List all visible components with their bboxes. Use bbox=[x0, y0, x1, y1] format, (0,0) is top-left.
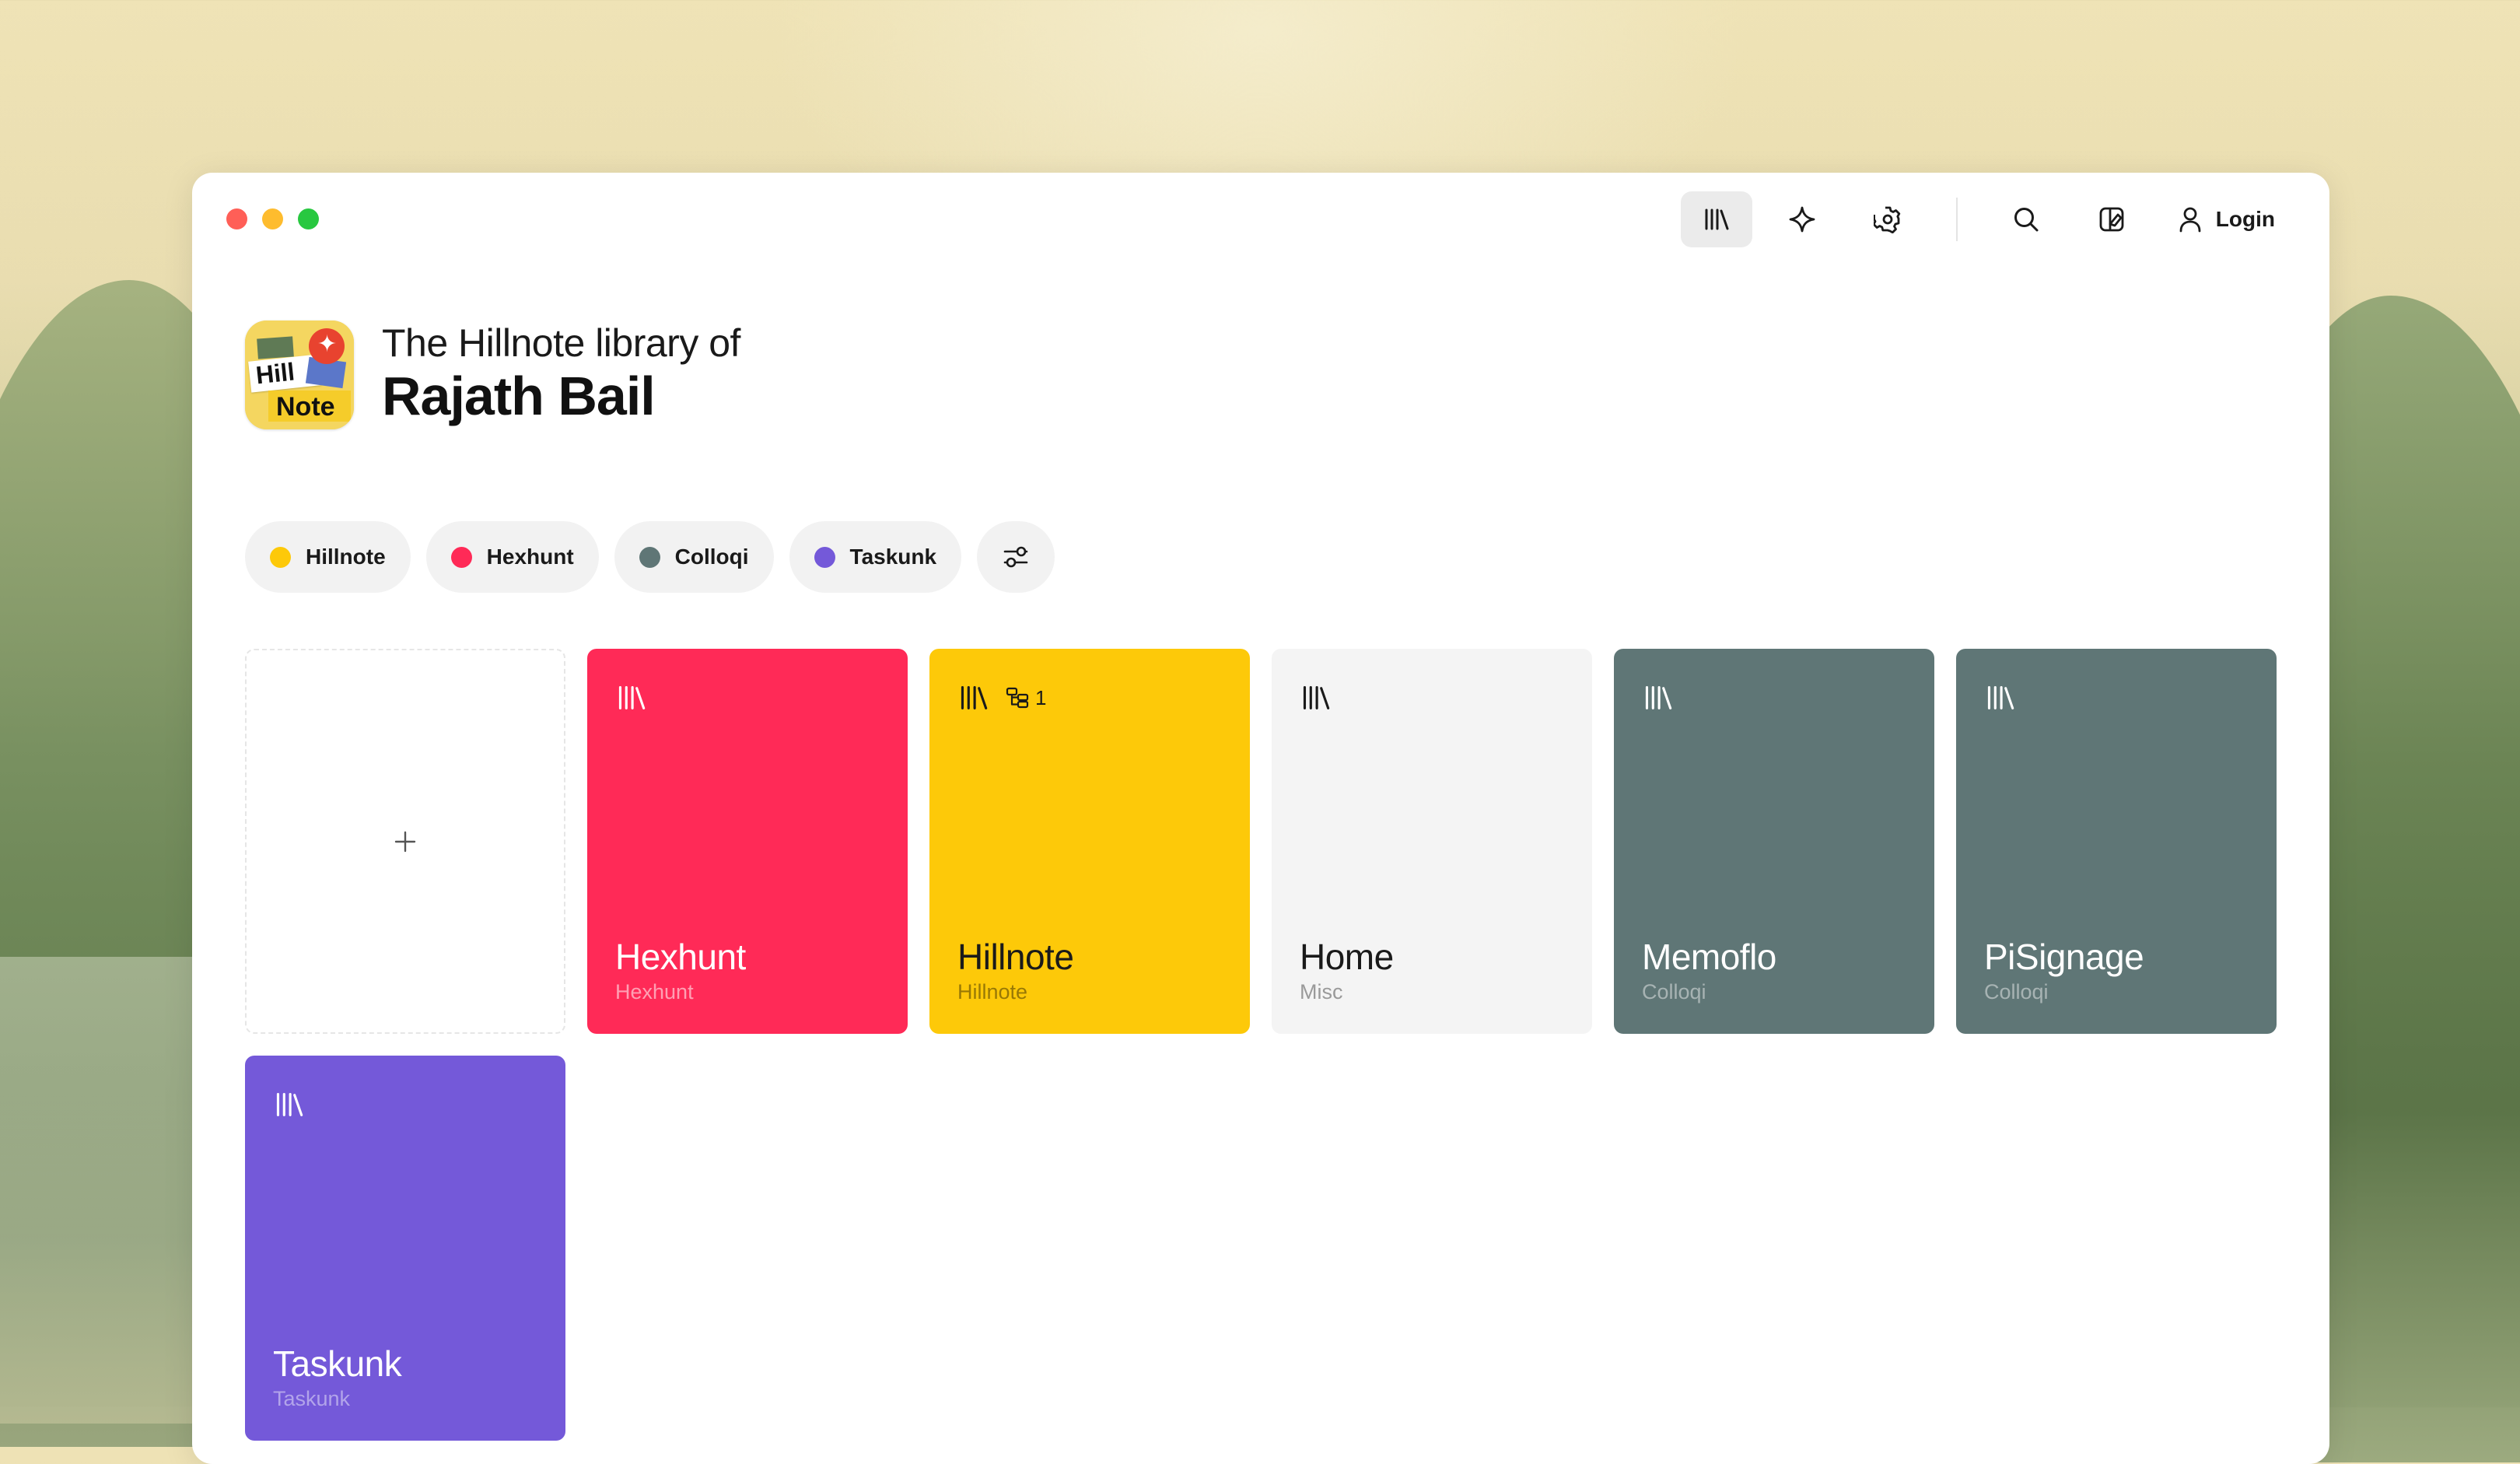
hierarchy-icon bbox=[1006, 687, 1029, 709]
library-icon bbox=[1705, 208, 1729, 230]
layout-button[interactable] bbox=[2076, 191, 2147, 247]
layout-icon bbox=[2099, 207, 2124, 232]
card-title: Hexhunt bbox=[615, 937, 746, 977]
color-dot bbox=[639, 546, 660, 568]
color-dot bbox=[270, 546, 291, 568]
library-icon bbox=[1987, 686, 2014, 709]
color-dot bbox=[450, 546, 472, 568]
search-button[interactable] bbox=[1990, 191, 2062, 247]
user-icon bbox=[2179, 207, 2201, 233]
library-icon bbox=[276, 1093, 303, 1116]
library-icon bbox=[961, 686, 988, 709]
workspace-card-taskunk[interactable]: Taskunk Taskunk bbox=[245, 1056, 565, 1441]
background-water bbox=[0, 957, 202, 1424]
gear-icon bbox=[1873, 206, 1900, 233]
card-title: Memoflo bbox=[1642, 937, 1776, 977]
card-title: PiSignage bbox=[1984, 937, 2144, 977]
library-header: Hill ✦ Note The Hillnote library of Raja… bbox=[245, 320, 740, 429]
filter-label: Colloqi bbox=[674, 545, 749, 569]
search-icon bbox=[2014, 208, 2039, 232]
hillnote-logo: Hill ✦ Note bbox=[245, 320, 354, 429]
filter-chip-hillnote[interactable]: Hillnote bbox=[245, 521, 411, 593]
maximize-window-button[interactable] bbox=[298, 208, 319, 229]
color-dot bbox=[814, 546, 835, 568]
app-window: Login Hill ✦ Note The Hillnote library o… bbox=[192, 173, 2329, 1464]
workspace-card-hillnote[interactable]: 1 Hillnote Hillnote bbox=[929, 649, 1250, 1034]
sliders-icon bbox=[1003, 546, 1028, 568]
filter-chip-colloqi[interactable]: Colloqi bbox=[614, 521, 774, 593]
login-label: Login bbox=[2215, 207, 2275, 231]
library-subtitle: The Hillnote library of bbox=[382, 321, 740, 366]
card-tag: Hillnote bbox=[957, 980, 1028, 1003]
library-icon bbox=[618, 686, 646, 709]
library-icon bbox=[1645, 686, 1672, 709]
card-tag: Misc bbox=[1300, 980, 1343, 1003]
card-title: Hillnote bbox=[957, 937, 1074, 977]
library-grid: Hexhunt Hexhunt 1 Hillnote Hillnote Home… bbox=[245, 649, 2277, 1441]
filter-chip-taskunk[interactable]: Taskunk bbox=[789, 521, 962, 593]
workspace-card-hexhunt[interactable]: Hexhunt Hexhunt bbox=[587, 649, 908, 1034]
library-button[interactable] bbox=[1680, 191, 1752, 247]
workspace-filters: Hillnote Hexhunt Colloqi Taskunk bbox=[245, 521, 1055, 593]
card-tag: Colloqi bbox=[1642, 980, 1706, 1003]
card-tag: Taskunk bbox=[273, 1387, 351, 1410]
sparkle-icon bbox=[1789, 206, 1815, 233]
filter-chip-hexhunt[interactable]: Hexhunt bbox=[425, 521, 599, 593]
workspace-card-home[interactable]: Home Misc bbox=[1272, 649, 1592, 1034]
plus-icon bbox=[394, 831, 416, 852]
card-tag: Hexhunt bbox=[615, 980, 694, 1003]
library-owner-name: Rajath Bail bbox=[382, 366, 656, 427]
settings-button[interactable] bbox=[1852, 191, 1923, 247]
filter-settings-button[interactable] bbox=[977, 521, 1055, 593]
filter-label: Hexhunt bbox=[486, 545, 574, 569]
workspace-card-pisignage[interactable]: PiSignage Colloqi bbox=[1956, 649, 2277, 1034]
ai-button[interactable] bbox=[1766, 191, 1838, 247]
minimize-window-button[interactable] bbox=[262, 208, 283, 229]
toolbar: Login bbox=[1667, 191, 2275, 247]
close-window-button[interactable] bbox=[226, 208, 247, 229]
filter-label: Taskunk bbox=[849, 545, 937, 569]
card-tag: Colloqi bbox=[1984, 980, 2049, 1003]
workspace-card-memoflo[interactable]: Memoflo Colloqi bbox=[1614, 649, 1934, 1034]
sub-workspace-count: 1 bbox=[1006, 686, 1046, 710]
add-workspace-card[interactable] bbox=[245, 649, 565, 1034]
library-icon bbox=[1303, 686, 1330, 709]
filter-label: Hillnote bbox=[306, 545, 386, 569]
card-title: Taskunk bbox=[273, 1343, 402, 1384]
toolbar-divider bbox=[1955, 198, 1958, 241]
sub-count-value: 1 bbox=[1035, 685, 1047, 709]
login-button[interactable]: Login bbox=[2179, 206, 2275, 233]
window-controls bbox=[226, 208, 319, 229]
card-title: Home bbox=[1300, 937, 1394, 977]
